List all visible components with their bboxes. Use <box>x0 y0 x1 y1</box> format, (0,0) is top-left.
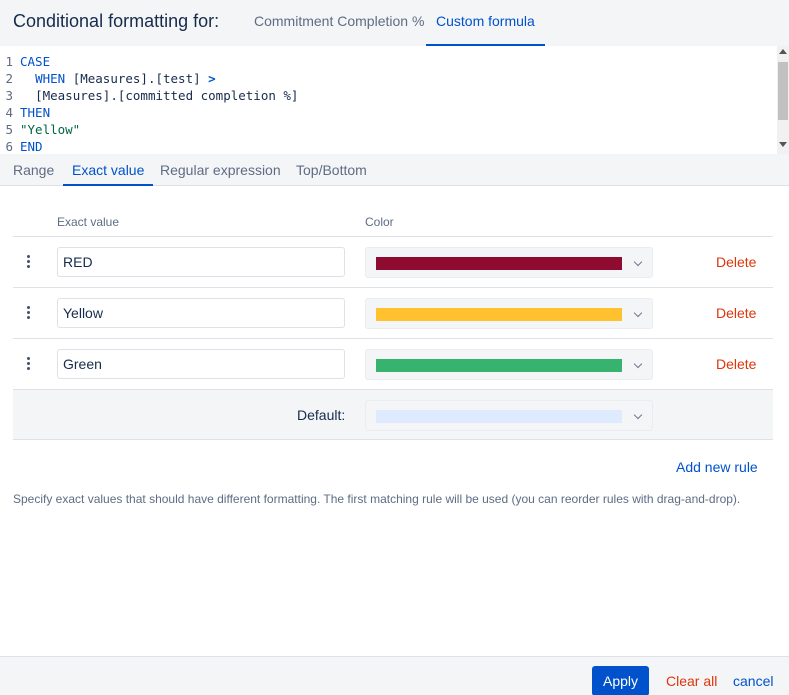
delete-button[interactable]: Delete <box>716 254 756 270</box>
tab-range[interactable]: Range <box>13 162 54 186</box>
scroll-thumb[interactable] <box>778 62 788 120</box>
color-swatch <box>376 359 622 372</box>
editor-scrollbar[interactable] <box>777 46 789 154</box>
apply-button[interactable]: Apply <box>592 666 649 695</box>
color-swatch <box>376 410 622 423</box>
scroll-down-icon[interactable] <box>779 142 787 147</box>
table-row: Delete <box>13 236 773 287</box>
helper-text: Specify exact values that should have di… <box>13 492 741 506</box>
column-header-color: Color <box>365 215 394 229</box>
column-header-exact-value: Exact value <box>57 215 120 229</box>
delete-button[interactable]: Delete <box>716 305 756 321</box>
exact-value-input[interactable] <box>57 349 345 379</box>
tab-commitment-completion[interactable]: Commitment Completion % <box>254 13 424 46</box>
drag-handle-icon[interactable] <box>27 255 31 269</box>
dialog-title: Conditional formatting for: <box>13 11 220 31</box>
default-label: Default: <box>297 407 346 423</box>
cancel-button[interactable]: cancel <box>733 673 773 689</box>
code-line: 5 "Yellow" <box>5 122 81 137</box>
tab-regular-expression[interactable]: Regular expression <box>160 162 281 186</box>
color-select[interactable] <box>365 247 653 278</box>
default-row: Default: <box>13 389 773 440</box>
scroll-up-icon[interactable] <box>779 49 787 54</box>
drag-handle-icon[interactable] <box>27 306 31 320</box>
chevron-down-icon <box>633 359 643 369</box>
code-line: 1 CASE <box>5 54 51 69</box>
chevron-down-icon <box>633 257 643 267</box>
clear-all-button[interactable]: Clear all <box>666 673 717 689</box>
table-row: Delete <box>13 287 773 338</box>
chevron-down-icon <box>633 410 643 420</box>
code-line: 6 END <box>5 139 43 154</box>
tab-top-bottom[interactable]: Top/Bottom <box>296 162 367 186</box>
color-select[interactable] <box>365 349 653 380</box>
code-line: 3 [Measures].[committed completion %] <box>5 88 299 103</box>
color-swatch <box>376 257 622 270</box>
color-swatch <box>376 308 622 321</box>
table-row: Delete <box>13 338 773 389</box>
code-line: 2 WHEN [Measures].[test] > <box>5 71 216 86</box>
dialog-header: Conditional formatting for: Commitment C… <box>0 0 789 46</box>
code-line: 4 THEN <box>5 105 51 120</box>
add-new-rule-link[interactable]: Add new rule <box>676 459 758 475</box>
delete-button[interactable]: Delete <box>716 356 756 372</box>
default-color-select[interactable] <box>365 400 653 431</box>
tab-custom-formula[interactable]: Custom formula <box>426 13 545 46</box>
tab-exact-value[interactable]: Exact value <box>63 162 154 186</box>
rule-type-tabs: Range Exact value Regular expression Top… <box>0 154 789 186</box>
formula-editor[interactable]: 1 CASE 2 WHEN [Measures].[test] > 3 [Meas… <box>0 46 789 154</box>
exact-value-input[interactable] <box>57 298 345 328</box>
color-select[interactable] <box>365 298 653 329</box>
dialog-footer: Apply Clear all cancel <box>0 656 789 695</box>
chevron-down-icon <box>633 308 643 318</box>
exact-value-input[interactable] <box>57 247 345 277</box>
drag-handle-icon[interactable] <box>27 357 31 371</box>
